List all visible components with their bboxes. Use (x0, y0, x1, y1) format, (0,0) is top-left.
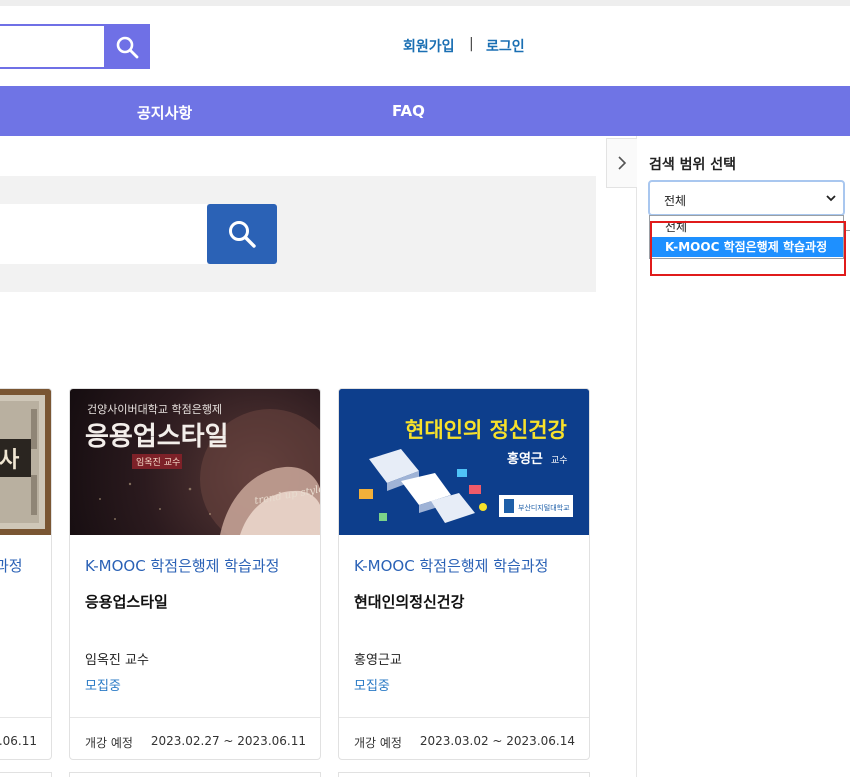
course-tag: 개강 예정 (85, 736, 133, 750)
main-nav: 공지사항 FAQ (0, 86, 850, 136)
course-professor: 홍영근교 (354, 653, 402, 668)
thumb-badge: 임옥진 교수 (136, 456, 180, 468)
course-footer: 개강 예정 2023.03.02 ~ 2023.06.14 (339, 717, 589, 759)
course-card[interactable]: 사 과정 3.06.11 (0, 388, 52, 760)
course-category: K-MOOC 학점은행제 학습과정 (85, 557, 280, 575)
course-card[interactable]: 건양사이버대학교 학점은행제 응용업스타일 임옥진 교수 trend up st… (69, 388, 321, 760)
course-card-next-row (0, 772, 52, 777)
course-category: 과정 (0, 557, 23, 575)
thumb-caption: 건양사이버대학교 학점은행제 (87, 403, 222, 416)
course-professor: 임옥진 교수 (85, 653, 149, 668)
course-thumbnail: 건양사이버대학교 학점은행제 응용업스타일 임옥진 교수 trend up st… (70, 389, 320, 535)
course-dates: 3.06.11 (0, 734, 37, 748)
login-link[interactable]: 로그인 (486, 36, 525, 56)
auth-links: 회원가입 | 로그인 (0, 36, 850, 56)
highlight-box (650, 221, 846, 276)
course-status: 모집중 (354, 679, 390, 694)
course-search-input[interactable] (0, 204, 207, 264)
course-status: 모집중 (85, 679, 121, 694)
course-card-next-row (69, 772, 321, 777)
course-title[interactable]: 응용업스타일 (85, 591, 168, 612)
scope-select-value: 전체 (664, 194, 687, 208)
chevron-right-icon (618, 156, 627, 170)
course-search-box (0, 176, 596, 292)
course-dates: 2023.03.02 ~ 2023.06.14 (419, 734, 575, 748)
nav-item-faq[interactable]: FAQ (392, 102, 425, 120)
course-tag: 개강 예정 (354, 736, 402, 750)
course-footer: 개강 예정 2023.02.27 ~ 2023.06.11 (70, 717, 320, 759)
thumb-title: 현대인의 정신건강 (405, 418, 567, 442)
thumb-text: 사 (0, 448, 20, 473)
panel-toggle-button[interactable] (606, 138, 637, 188)
scope-select[interactable]: 전체 (648, 180, 845, 216)
course-card-next-row (338, 772, 590, 777)
search-icon (229, 221, 256, 248)
top-strip (0, 0, 850, 6)
thumb-sub-suffix: 교수 (551, 455, 568, 466)
course-card[interactable]: 현대인의 정신건강 홍영근 교수 부산디지털대학교 K-MOOC 학점은행제 학… (338, 388, 590, 760)
thumb-title: 응용업스타일 (85, 422, 229, 452)
auth-separator: | (469, 36, 474, 52)
thumb-logo: 부산디지털대학교 (518, 503, 570, 512)
course-search-button[interactable] (207, 204, 277, 264)
course-thumbnail: 사 (0, 389, 51, 535)
course-dates: 2023.02.27 ~ 2023.06.11 (150, 734, 306, 748)
chevron-down-icon (826, 195, 836, 202)
nav-item-notice[interactable]: 공지사항 (137, 102, 192, 123)
thumb-sub: 홍영근 (507, 451, 543, 467)
join-link[interactable]: 회원가입 (403, 36, 455, 56)
course-footer: 3.06.11 (0, 717, 51, 759)
course-title[interactable]: 현대인의정신건강 (354, 591, 464, 612)
course-category: K-MOOC 학점은행제 학습과정 (354, 557, 549, 575)
course-thumbnail: 현대인의 정신건강 홍영근 교수 부산디지털대학교 (339, 389, 589, 535)
panel-title: 검색 범위 선택 (649, 157, 737, 173)
